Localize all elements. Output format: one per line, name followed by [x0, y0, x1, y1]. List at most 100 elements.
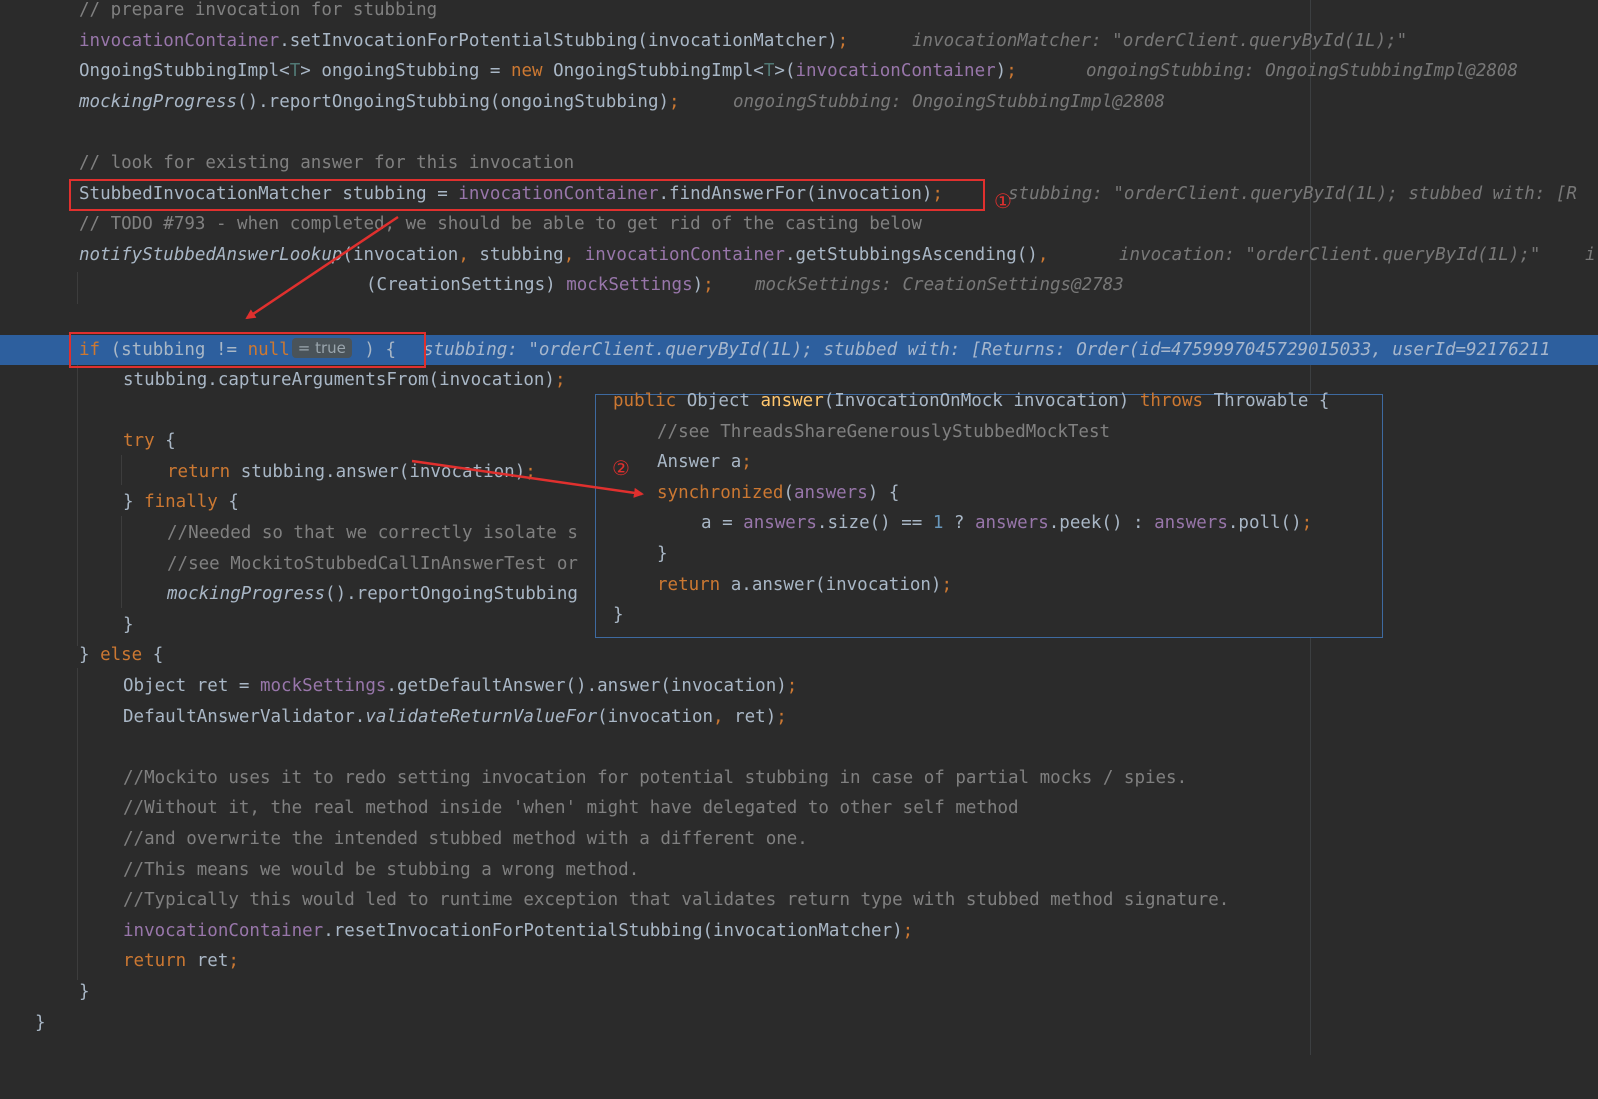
- code-line[interactable]: notifyStubbedAnswerLookup(invocation, st…: [0, 240, 1598, 271]
- code-text: Throwable {: [1203, 391, 1330, 411]
- code-text: }: [79, 982, 90, 1002]
- annotation-marker-2: ②: [612, 456, 630, 480]
- code-text: stubbing.answer(invocation): [230, 461, 526, 482]
- code-line[interactable]: return ret;: [0, 946, 1598, 977]
- code-text: ().reportOngoingStubbing(ongoingStubbing…: [237, 91, 670, 112]
- code-line[interactable]: mockingProgress().reportOngoingStubbing(…: [0, 87, 1598, 118]
- code-line[interactable]: }: [0, 1008, 1598, 1039]
- code-text: }: [79, 645, 101, 666]
- semicolon: ;: [554, 370, 566, 390]
- code-line[interactable]: // look for existing answer for this inv…: [0, 148, 1598, 179]
- code-line[interactable]: //Mockito uses it to redo setting invoca…: [0, 763, 1598, 794]
- semicolon: ;: [902, 920, 914, 941]
- popup-code-line: }: [596, 600, 659, 631]
- field-ref: invocationContainer: [795, 61, 996, 82]
- comment: //see ThreadsShareGenerouslyStubbedMockT…: [657, 421, 1111, 442]
- comma: ,: [563, 244, 575, 265]
- comma: ,: [1037, 244, 1049, 265]
- keyword: new: [510, 61, 543, 82]
- field-ref: mockSettings: [566, 275, 693, 296]
- annotation-marker-1: ①: [994, 189, 1012, 213]
- comment: //Without it, the real method inside 'wh…: [123, 798, 1019, 819]
- popup-code-line: a = answers.size() == 1 ? answers.peek()…: [596, 508, 1312, 539]
- keyword: return: [167, 461, 231, 482]
- code-text: .poll(): [1227, 513, 1302, 534]
- field-ref: invocationContainer: [123, 920, 324, 941]
- semicolon: ;: [703, 275, 714, 296]
- comment: //and overwrite the intended stubbed met…: [123, 829, 808, 849]
- comment: //Typically this would led to runtime ex…: [123, 890, 1230, 911]
- code-text: .setInvocationForPotentialStubbing(invoc…: [279, 30, 838, 51]
- code-text: .resetInvocationForPotentialStubbing(inv…: [323, 920, 903, 941]
- keyword: else: [100, 645, 143, 666]
- highlight-box-if-stubbing: [69, 332, 426, 368]
- code-line[interactable]: (CreationSettings) mockSettings); mockSe…: [0, 270, 1598, 301]
- code-editor[interactable]: // prepare invocation for stubbing invoc…: [0, 0, 1598, 1055]
- popup-code-line: }: [596, 539, 668, 570]
- code-text: }: [35, 1012, 46, 1033]
- code-line[interactable]: //This means we would be stubbing a wron…: [0, 855, 1598, 886]
- keyword: public: [613, 391, 677, 411]
- debug-inline-value: stubbing: "orderClient.queryById(1L); st…: [423, 339, 1551, 360]
- code-text: ?: [943, 513, 975, 534]
- popup-code-line: public Object answer(InvocationOnMock in…: [596, 386, 1329, 417]
- code-line[interactable]: //Typically this would led to runtime ex…: [0, 885, 1598, 916]
- comment: // prepare invocation for stubbing: [79, 0, 438, 20]
- debug-inline-value: invocationMatcher: "orderClient.queryByI…: [912, 30, 1408, 51]
- keyword: synchronized: [657, 482, 784, 503]
- code-text: ret): [723, 706, 777, 727]
- semicolon: ;: [525, 461, 536, 482]
- code-text: Object ret =: [123, 676, 260, 696]
- highlight-box-find-answer: [69, 179, 985, 211]
- code-text: DefaultAnswerValidator.: [123, 706, 366, 727]
- field-ref: answers: [1154, 513, 1228, 534]
- code-line[interactable]: // prepare invocation for stubbing: [0, 0, 1598, 26]
- code-text: }: [613, 605, 624, 626]
- semicolon: ;: [837, 30, 849, 51]
- keyword: throws: [1139, 391, 1204, 411]
- code-line[interactable]: } else {: [0, 640, 1598, 671]
- comma: ,: [458, 244, 469, 265]
- code-line[interactable]: }: [0, 977, 1598, 1008]
- keyword: try: [123, 431, 155, 452]
- code-text: a.answer(invocation): [720, 574, 942, 595]
- comment: //Mockito uses it to redo setting invoca…: [123, 767, 1188, 788]
- keyword: finally: [144, 492, 218, 513]
- code-text: OngoingStubbingImpl<: [79, 61, 290, 82]
- comment: //Needed so that we correctly isolate s: [167, 523, 578, 543]
- debug-inline-value: i: [1585, 244, 1596, 265]
- semicolon: ;: [1301, 513, 1313, 534]
- popup-code-line: synchronized(answers) {: [596, 478, 899, 509]
- code-text: .size() ==: [816, 513, 933, 534]
- method-declaration: answer: [760, 391, 824, 411]
- field-ref: invocationContainer: [574, 244, 785, 265]
- code-line[interactable]: Object ret = mockSettings.getDefaultAnsw…: [0, 671, 1598, 702]
- code-text: Object: [676, 391, 761, 411]
- code-text: > ongoingStubbing =: [300, 61, 511, 82]
- code-text: ret: [186, 951, 229, 972]
- semicolon: ;: [776, 706, 787, 727]
- code-text: }: [657, 544, 668, 564]
- popup-code-line: //see ThreadsShareGenerouslyStubbedMockT…: [596, 417, 1110, 448]
- code-text: ): [995, 61, 1007, 82]
- code-line[interactable]: OngoingStubbingImpl<T> ongoingStubbing =…: [0, 56, 1598, 87]
- code-line[interactable]: invocationContainer.setInvocationForPote…: [0, 26, 1598, 57]
- code-line[interactable]: DefaultAnswerValidator.validateReturnVal…: [0, 702, 1598, 733]
- code-line[interactable]: // TODO #793 - when completed, we should…: [0, 209, 1598, 240]
- code-text: stubbing.captureArgumentsFrom(invocation…: [123, 370, 555, 390]
- code-text: }: [123, 614, 134, 635]
- keyword: return: [123, 951, 187, 972]
- quick-definition-popup[interactable]: public Object answer(InvocationOnMock in…: [595, 391, 1383, 638]
- code-text: (invocation: [342, 244, 459, 265]
- code-line[interactable]: invocationContainer.resetInvocationForPo…: [0, 916, 1598, 947]
- semicolon: ;: [741, 452, 752, 473]
- comment: // TODO #793 - when completed, we should…: [79, 214, 922, 235]
- code-line[interactable]: //and overwrite the intended stubbed met…: [0, 824, 1598, 855]
- code-text: .getDefaultAnswer().answer(invocation): [386, 676, 787, 696]
- field-ref: answers: [743, 513, 817, 534]
- code-line[interactable]: //Without it, the real method inside 'wh…: [0, 793, 1598, 824]
- debug-inline-value: invocation: "orderClient.queryById(1L);": [1119, 244, 1541, 265]
- code-text: .getStubbingsAscending(): [784, 244, 1038, 265]
- keyword: return: [657, 574, 721, 595]
- semicolon: ;: [228, 951, 239, 972]
